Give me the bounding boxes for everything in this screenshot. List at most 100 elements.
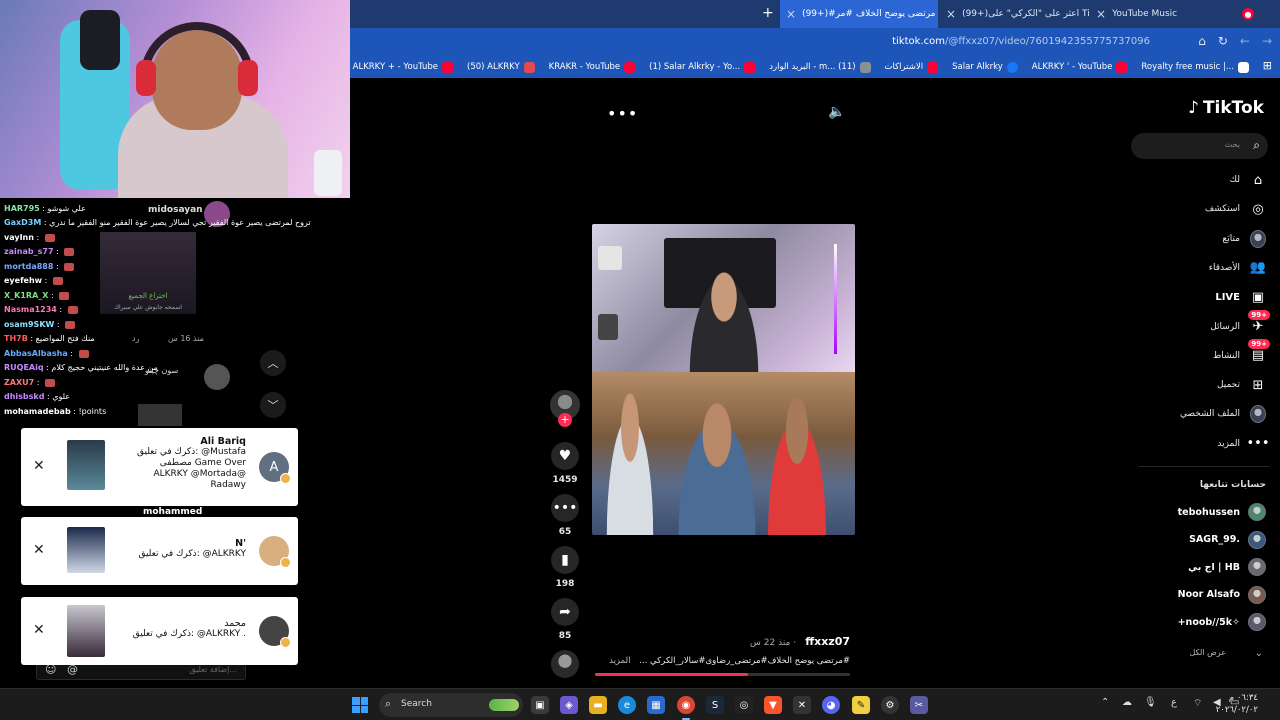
see-all-link[interactable]: عرض الكل xyxy=(1189,648,1226,657)
like-button[interactable]: ♥ 1459 xyxy=(550,442,580,485)
bookmarks-grid-icon[interactable]: ⊞ xyxy=(1263,59,1272,72)
chat-username[interactable]: eyefehw xyxy=(4,276,42,285)
chrome-icon[interactable]: ◉ xyxy=(677,696,695,714)
sidebar-item-upload[interactable]: تحميل ⊞ xyxy=(1080,373,1280,397)
chat-username[interactable]: osam9SKW xyxy=(4,320,54,329)
more-options-icon[interactable]: ••• xyxy=(607,104,638,123)
windows-start-icon[interactable] xyxy=(352,697,368,713)
caption-more-link[interactable]: المزيد xyxy=(609,656,630,666)
following-account[interactable]: Noor Alsafo xyxy=(1080,583,1280,607)
tab-youtube-music[interactable]: × YouTube Music ● xyxy=(1090,0,1280,28)
wifi-icon[interactable]: ⌔ xyxy=(1193,697,1202,710)
video-progress[interactable] xyxy=(595,673,850,676)
close-icon[interactable]: ✕ xyxy=(33,458,45,474)
share-button[interactable]: ➦ 85 xyxy=(550,598,580,641)
obs-icon[interactable]: ◎ xyxy=(735,696,753,714)
tab-tiktok-alkrky[interactable]: × (99+)اعثر على "الكركي" على TikTok ♪ xyxy=(940,0,1090,28)
scroll-down-button[interactable]: ﹀ xyxy=(260,392,286,418)
bookmark-item[interactable]: (1) Salar Alkrky - Yo... xyxy=(642,61,762,73)
chat-username[interactable]: mohamadebab xyxy=(4,407,71,416)
notes-icon[interactable]: ✎ xyxy=(852,696,870,714)
url-text[interactable]: tiktok.com/@ffxxz07/video/76019423557757… xyxy=(892,36,1150,47)
file-explorer-icon[interactable]: ▬ xyxy=(589,696,607,714)
scroll-up-button[interactable]: ︿ xyxy=(260,350,286,376)
bookmark-item[interactable]: Salar Alkrky xyxy=(945,61,1025,73)
following-account[interactable]: اج بي | HB xyxy=(1080,555,1280,579)
discord-icon[interactable]: ◕ xyxy=(822,696,840,714)
sidebar-item-compass[interactable]: استكشف ◎ xyxy=(1080,197,1280,221)
language-indicator[interactable]: ع xyxy=(1171,697,1177,708)
address-bar[interactable]: tiktok.com/@ffxxz07/video/76019423557757… xyxy=(350,28,1280,56)
snipping-icon[interactable]: ✂ xyxy=(910,696,928,714)
close-icon[interactable]: ✕ xyxy=(33,542,45,558)
reload-icon[interactable]: ↻ xyxy=(1218,34,1228,48)
app-icon[interactable]: ⚙ xyxy=(881,696,899,714)
close-icon[interactable]: ✕ xyxy=(33,622,45,638)
bookmark-item[interactable]: Royalty free music |... xyxy=(1134,61,1256,73)
chevron-down-icon[interactable]: ⌄ xyxy=(1255,648,1263,659)
comment-icon[interactable]: ••• xyxy=(551,494,579,522)
bookmark-item[interactable]: KRAKR - YouTube xyxy=(542,61,642,73)
chat-username[interactable]: RUQEAiq xyxy=(4,363,44,372)
sidebar-item-following[interactable]: متابَع xyxy=(1080,227,1280,251)
share-icon[interactable]: ➦ xyxy=(551,598,579,626)
chat-username[interactable]: GaxD3M xyxy=(4,218,41,227)
creator-avatar[interactable]: + xyxy=(550,390,580,427)
copilot-icon[interactable]: ◈ xyxy=(560,696,578,714)
overlay-reply[interactable]: رد xyxy=(132,334,139,343)
chat-username[interactable]: HAR795 xyxy=(4,204,40,213)
save-button[interactable]: ▮ 198 xyxy=(550,546,580,589)
search-icon[interactable]: ⌕ xyxy=(1253,138,1260,153)
heart-icon[interactable]: ♥ xyxy=(551,442,579,470)
following-account[interactable]: +noob//5k✧ xyxy=(1080,610,1280,634)
volume-icon[interactable]: 🔈 xyxy=(828,104,845,120)
tiktok-logo[interactable]: ♪ TikTok xyxy=(1188,98,1264,118)
comment-button[interactable]: ••• 65 xyxy=(550,494,580,537)
bookmark-icon[interactable]: ▮ xyxy=(551,546,579,574)
bookmark-item[interactable]: الاشتراكات xyxy=(878,61,946,73)
close-tab-icon[interactable]: × xyxy=(946,7,956,21)
taskbar-clock[interactable]: ٠٦:٣٤ م ٢٠٢٦/٠٢/٠٢ xyxy=(1216,692,1258,716)
sidebar-item-messages[interactable]: الرسائل ✈ 99+ xyxy=(1080,309,1280,339)
forward-icon[interactable]: → xyxy=(1262,34,1272,48)
home-icon[interactable]: ⌂ xyxy=(1198,34,1206,48)
follow-plus-icon[interactable]: + xyxy=(558,413,572,427)
cloud-icon[interactable]: ☁ xyxy=(1122,697,1132,708)
taskbar-search[interactable]: ⌕ Search xyxy=(379,693,523,717)
edge-icon[interactable]: e xyxy=(618,696,636,714)
sidebar-item-live[interactable]: LIVE ▣ xyxy=(1080,285,1280,309)
task-view-icon[interactable]: ▣ xyxy=(531,696,549,714)
sidebar-item-activity[interactable]: النشاط ▤ 99+ xyxy=(1080,338,1280,368)
chat-username[interactable]: ZAXU7 xyxy=(4,378,34,387)
chat-username[interactable]: Nasma1234 xyxy=(4,305,57,314)
following-account[interactable]: tebohussen xyxy=(1080,500,1280,524)
sidebar-item-more[interactable]: المزيد ••• xyxy=(1080,432,1280,456)
chat-username[interactable]: vayInn xyxy=(4,233,34,242)
sidebar-item-friends[interactable]: الأصدقاء 👥 xyxy=(1080,256,1280,280)
video-username[interactable]: ffxxz07 xyxy=(805,635,850,648)
chat-username[interactable]: zainab_s77 xyxy=(4,247,54,256)
following-account[interactable]: SAGR_99. xyxy=(1080,528,1280,552)
store-icon[interactable]: ▦ xyxy=(647,696,665,714)
notification-card[interactable]: ✕ محمد ذكرك في تعليق: @ALKRKY . xyxy=(21,597,298,665)
bookmark-item[interactable]: ALKRKY ' - YouTube xyxy=(1025,61,1135,73)
close-tab-icon[interactable]: × xyxy=(786,7,796,21)
steam-icon[interactable]: S xyxy=(706,696,724,714)
bookmark-item[interactable]: ALKRKY + - YouTube xyxy=(350,61,460,73)
microphone-icon[interactable]: 🎙 xyxy=(1144,697,1157,708)
close-tab-icon[interactable]: × xyxy=(1096,7,1106,21)
chat-username[interactable]: AbbasAlbasha xyxy=(4,349,68,358)
notification-card[interactable]: ✕ N' ذكرك في تعليق: @ALKRKY xyxy=(21,517,298,585)
next-creator-avatar[interactable] xyxy=(551,650,579,678)
chat-username[interactable]: X_K1RA_X xyxy=(4,291,48,300)
notification-card[interactable]: ✕ A Ali Bariq ذكرك في تعليق: @Mustafa مص… xyxy=(21,428,298,506)
chat-username[interactable]: dhisbskd xyxy=(4,392,44,401)
bookmark-item[interactable]: البريد الوارد - m... (11) xyxy=(762,61,877,73)
new-tab-button[interactable]: + xyxy=(762,5,774,21)
chat-username[interactable]: TH7B xyxy=(4,334,28,343)
tray-chevron-icon[interactable]: ⌃ xyxy=(1101,697,1109,708)
back-icon[interactable]: ← xyxy=(1240,34,1250,48)
search-input[interactable]: بحث ⌕ xyxy=(1131,133,1268,159)
bookmark-item[interactable]: (50) ALKRKY xyxy=(460,61,542,73)
sidebar-item-home[interactable]: لك ⌂ xyxy=(1080,168,1280,192)
